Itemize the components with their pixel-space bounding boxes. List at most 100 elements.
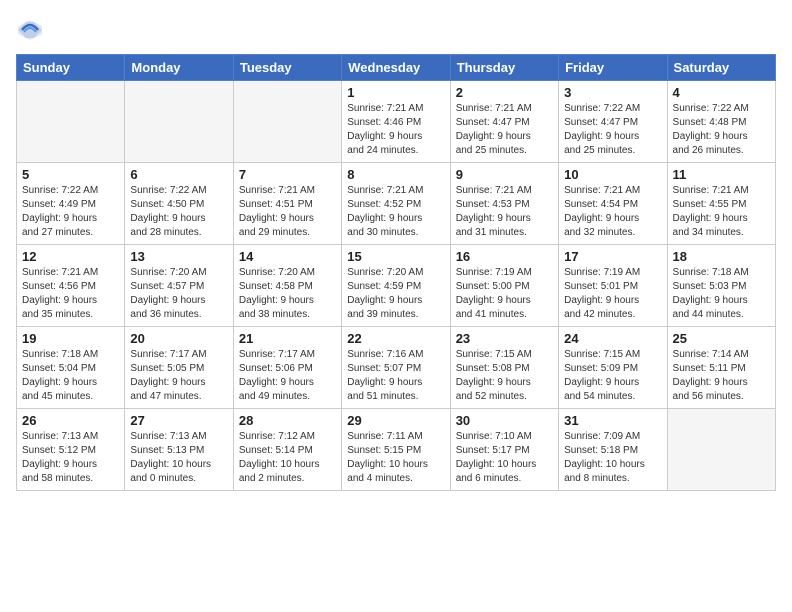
day-number: 1 [347,85,444,100]
day-info: Sunrise: 7:20 AM Sunset: 4:58 PM Dayligh… [239,266,336,322]
calendar-cell: 24 Sunrise: 7:15 AM Sunset: 5:09 PM Dayli… [559,327,667,409]
day-number: 15 [347,249,444,264]
day-number: 19 [22,331,119,346]
day-number: 4 [673,85,770,100]
day-number: 31 [564,413,661,428]
calendar-cell: 7Sunrise: 7:21 AM Sunset: 4:51 PM Daylig… [233,163,341,245]
calendar-cell: 27 Sunrise: 7:13 AM Sunset: 5:13 PM Dayli… [125,409,233,491]
week-row-3: 12 Sunrise: 7:21 AM Sunset: 4:56 PM Dayli… [17,245,776,327]
day-number: 3 [564,85,661,100]
day-number: 24 [564,331,661,346]
calendar-cell [125,81,233,163]
calendar-cell: 19 Sunrise: 7:18 AM Sunset: 5:04 PM Dayli… [17,327,125,409]
col-header-wednesday: Wednesday [342,55,450,81]
calendar-cell: 15Sunrise: 7:20 AM Sunset: 4:59 PM Dayli… [342,245,450,327]
day-number: 18 [673,249,770,264]
day-info: Sunrise: 7:21 AM Sunset: 4:53 PM Dayligh… [456,184,553,240]
calendar-cell: 31 Sunrise: 7:09 AM Sunset: 5:18 PM Dayli… [559,409,667,491]
calendar-cell [667,409,775,491]
calendar-cell: 1 Sunrise: 7:21 AM Sunset: 4:46 PM Daylig… [342,81,450,163]
calendar-table: SundayMondayTuesdayWednesdayThursdayFrid… [16,54,776,491]
day-info: Sunrise: 7:19 AM Sunset: 5:00 PM Dayligh… [456,266,553,322]
day-info: Sunrise: 7:20 AM Sunset: 4:57 PM Dayligh… [130,266,227,322]
calendar-cell: 6 Sunrise: 7:22 AM Sunset: 4:50 PM Daylig… [125,163,233,245]
calendar-cell: 17 Sunrise: 7:19 AM Sunset: 5:01 PM Dayli… [559,245,667,327]
calendar-cell: 26 Sunrise: 7:13 AM Sunset: 5:12 PM Dayli… [17,409,125,491]
col-header-saturday: Saturday [667,55,775,81]
calendar-cell: 20Sunrise: 7:17 AM Sunset: 5:05 PM Dayli… [125,327,233,409]
day-number: 2 [456,85,553,100]
calendar-cell: 3 Sunrise: 7:22 AM Sunset: 4:47 PM Daylig… [559,81,667,163]
day-number: 23 [456,331,553,346]
calendar-cell: 28Sunrise: 7:12 AM Sunset: 5:14 PM Dayli… [233,409,341,491]
day-info: Sunrise: 7:13 AM Sunset: 5:12 PM Dayligh… [22,430,119,486]
day-number: 17 [564,249,661,264]
day-number: 20 [130,331,227,346]
day-info: Sunrise: 7:21 AM Sunset: 4:47 PM Dayligh… [456,102,553,158]
calendar-cell: 29 Sunrise: 7:11 AM Sunset: 5:15 PM Dayli… [342,409,450,491]
calendar-cell: 8Sunrise: 7:21 AM Sunset: 4:52 PM Daylig… [342,163,450,245]
day-number: 14 [239,249,336,264]
week-row-2: 5 Sunrise: 7:22 AM Sunset: 4:49 PM Daylig… [17,163,776,245]
day-info: Sunrise: 7:15 AM Sunset: 5:09 PM Dayligh… [564,348,661,404]
day-info: Sunrise: 7:17 AM Sunset: 5:06 PM Dayligh… [239,348,336,404]
day-info: Sunrise: 7:18 AM Sunset: 5:04 PM Dayligh… [22,348,119,404]
day-info: Sunrise: 7:10 AM Sunset: 5:17 PM Dayligh… [456,430,553,486]
col-header-sunday: Sunday [17,55,125,81]
day-number: 29 [347,413,444,428]
day-number: 28 [239,413,336,428]
calendar-cell: 9 Sunrise: 7:21 AM Sunset: 4:53 PM Daylig… [450,163,558,245]
calendar-cell: 25 Sunrise: 7:14 AM Sunset: 5:11 PM Dayli… [667,327,775,409]
day-info: Sunrise: 7:11 AM Sunset: 5:15 PM Dayligh… [347,430,444,486]
day-info: Sunrise: 7:21 AM Sunset: 4:52 PM Dayligh… [347,184,444,240]
day-info: Sunrise: 7:22 AM Sunset: 4:47 PM Dayligh… [564,102,661,158]
calendar-cell: 22Sunrise: 7:16 AM Sunset: 5:07 PM Dayli… [342,327,450,409]
week-row-4: 19 Sunrise: 7:18 AM Sunset: 5:04 PM Dayli… [17,327,776,409]
week-row-1: 1 Sunrise: 7:21 AM Sunset: 4:46 PM Daylig… [17,81,776,163]
day-number: 25 [673,331,770,346]
calendar-cell: 30 Sunrise: 7:10 AM Sunset: 5:17 PM Dayli… [450,409,558,491]
calendar-cell: 11Sunrise: 7:21 AM Sunset: 4:55 PM Dayli… [667,163,775,245]
day-info: Sunrise: 7:18 AM Sunset: 5:03 PM Dayligh… [673,266,770,322]
calendar-cell: 2 Sunrise: 7:21 AM Sunset: 4:47 PM Daylig… [450,81,558,163]
day-number: 6 [130,167,227,182]
day-info: Sunrise: 7:21 AM Sunset: 4:55 PM Dayligh… [673,184,770,240]
day-info: Sunrise: 7:21 AM Sunset: 4:54 PM Dayligh… [564,184,661,240]
col-header-tuesday: Tuesday [233,55,341,81]
day-info: Sunrise: 7:22 AM Sunset: 4:50 PM Dayligh… [130,184,227,240]
calendar-cell: 21 Sunrise: 7:17 AM Sunset: 5:06 PM Dayli… [233,327,341,409]
day-number: 26 [22,413,119,428]
day-info: Sunrise: 7:15 AM Sunset: 5:08 PM Dayligh… [456,348,553,404]
col-header-monday: Monday [125,55,233,81]
day-info: Sunrise: 7:22 AM Sunset: 4:48 PM Dayligh… [673,102,770,158]
day-info: Sunrise: 7:19 AM Sunset: 5:01 PM Dayligh… [564,266,661,322]
day-info: Sunrise: 7:21 AM Sunset: 4:56 PM Dayligh… [22,266,119,322]
week-row-5: 26 Sunrise: 7:13 AM Sunset: 5:12 PM Dayli… [17,409,776,491]
day-info: Sunrise: 7:14 AM Sunset: 5:11 PM Dayligh… [673,348,770,404]
day-info: Sunrise: 7:13 AM Sunset: 5:13 PM Dayligh… [130,430,227,486]
calendar-header-row: SundayMondayTuesdayWednesdayThursdayFrid… [17,55,776,81]
day-info: Sunrise: 7:16 AM Sunset: 5:07 PM Dayligh… [347,348,444,404]
calendar-cell: 12 Sunrise: 7:21 AM Sunset: 4:56 PM Dayli… [17,245,125,327]
logo-icon [16,16,44,44]
day-number: 16 [456,249,553,264]
calendar-cell: 14 Sunrise: 7:20 AM Sunset: 4:58 PM Dayli… [233,245,341,327]
day-number: 13 [130,249,227,264]
calendar-cell: 18 Sunrise: 7:18 AM Sunset: 5:03 PM Dayli… [667,245,775,327]
day-info: Sunrise: 7:09 AM Sunset: 5:18 PM Dayligh… [564,430,661,486]
day-number: 12 [22,249,119,264]
logo [16,16,48,44]
calendar-cell [17,81,125,163]
day-number: 5 [22,167,119,182]
day-number: 21 [239,331,336,346]
day-number: 9 [456,167,553,182]
day-info: Sunrise: 7:21 AM Sunset: 4:46 PM Dayligh… [347,102,444,158]
calendar-cell: 4 Sunrise: 7:22 AM Sunset: 4:48 PM Daylig… [667,81,775,163]
day-number: 7 [239,167,336,182]
calendar-cell: 23 Sunrise: 7:15 AM Sunset: 5:08 PM Dayli… [450,327,558,409]
calendar-cell: 13 Sunrise: 7:20 AM Sunset: 4:57 PM Dayli… [125,245,233,327]
day-number: 27 [130,413,227,428]
day-number: 30 [456,413,553,428]
calendar-cell: 16 Sunrise: 7:19 AM Sunset: 5:00 PM Dayli… [450,245,558,327]
day-info: Sunrise: 7:22 AM Sunset: 4:49 PM Dayligh… [22,184,119,240]
